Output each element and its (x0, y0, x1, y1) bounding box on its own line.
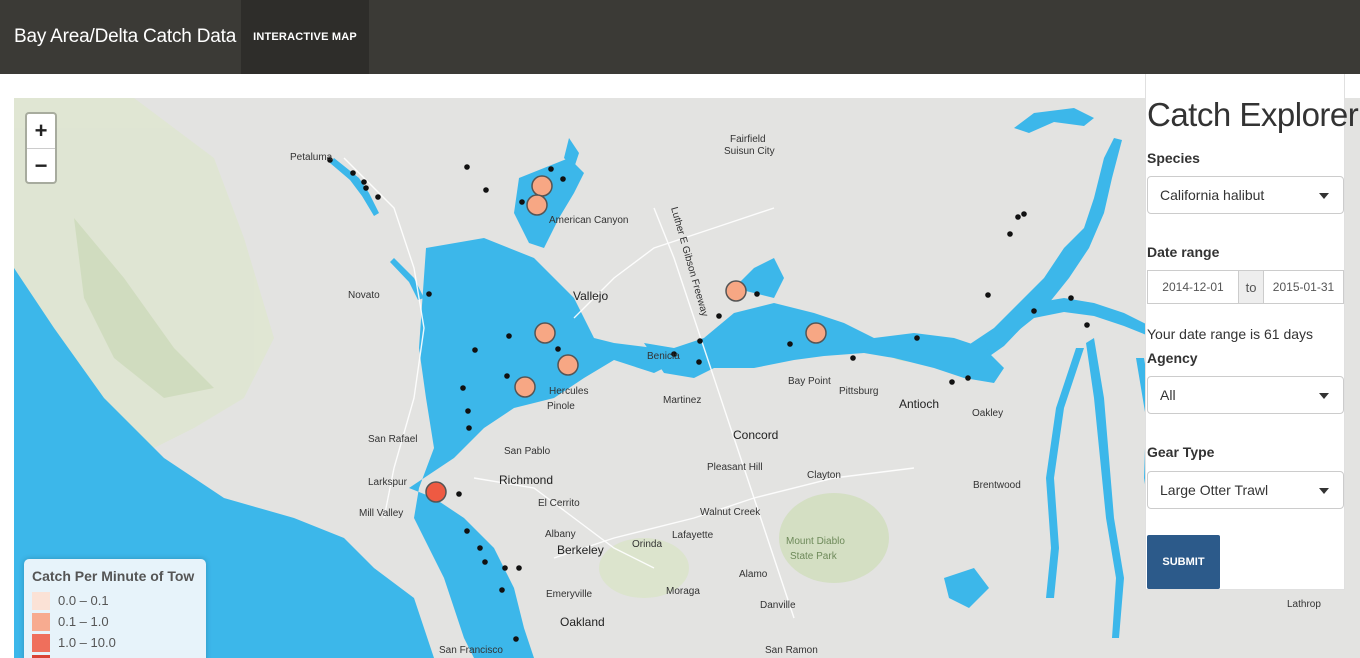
label-mount-diablo: Mount Diablo (786, 536, 845, 547)
date-to-label: to (1239, 270, 1263, 304)
label-brentwood: Brentwood (973, 480, 1021, 491)
legend-item: 1.0 – 10.0 (32, 632, 198, 653)
tab-interactive-map[interactable]: INTERACTIVE MAP (241, 0, 369, 74)
catch-explorer-panel: Catch Explorer Species California halibu… (1145, 74, 1359, 590)
gear-type-value: Large Otter Trawl (1160, 482, 1269, 498)
gear-type-label: Gear Type (1147, 444, 1215, 460)
gear-type-select[interactable]: Large Otter Trawl (1147, 471, 1344, 509)
label-fairfield: Fairfield (730, 134, 766, 145)
label-san-francisco: San Francisco (439, 645, 503, 656)
label-walnut-creek: Walnut Creek (700, 507, 761, 518)
label-san-pablo: San Pablo (504, 446, 551, 457)
label-san-rafael: San Rafael (368, 434, 417, 445)
label-suisun-city: Suisun City (724, 146, 775, 157)
label-berkeley: Berkeley (557, 543, 604, 557)
label-san-ramon: San Ramon (765, 645, 818, 656)
label-pinole: Pinole (547, 401, 575, 412)
date-start-input[interactable]: 2014-12-01 (1147, 270, 1239, 304)
label-oakley: Oakley (972, 408, 1003, 419)
label-el-cerrito: El Cerrito (538, 498, 580, 509)
agency-select[interactable]: All (1147, 376, 1344, 414)
label-richmond: Richmond (499, 473, 553, 487)
zoom-in-button[interactable]: + (27, 114, 55, 148)
label-concord: Concord (733, 428, 778, 442)
label-moraga: Moraga (666, 586, 700, 597)
label-pittsburg: Pittsburg (839, 386, 878, 397)
label-american-canyon: American Canyon (549, 215, 628, 226)
label-antioch: Antioch (899, 397, 939, 411)
legend-item (32, 653, 198, 658)
label-martinez: Martinez (663, 395, 701, 406)
legend-item: 0.1 – 1.0 (32, 611, 198, 632)
label-lafayette: Lafayette (672, 530, 714, 541)
label-benicia: Benicia (647, 351, 680, 362)
legend-label: 1.0 – 10.0 (58, 635, 116, 650)
chevron-down-icon (1319, 393, 1329, 399)
label-orinda: Orinda (632, 539, 662, 550)
label-petaluma: Petaluma (290, 152, 333, 163)
chevron-down-icon (1319, 488, 1329, 494)
label-larkspur: Larkspur (368, 477, 408, 488)
date-range-summary: Your date range is 61 days (1147, 326, 1314, 342)
label-alamo: Alamo (739, 569, 768, 580)
panel-title: Catch Explorer (1147, 96, 1359, 133)
legend-swatch (32, 654, 50, 658)
label-lathrop: Lathrop (1287, 599, 1321, 610)
agency-value: All (1160, 387, 1176, 403)
legend-label: 0.0 – 0.1 (58, 593, 109, 608)
legend-swatch (32, 591, 50, 610)
date-end-input[interactable]: 2015-01-31 (1263, 270, 1344, 304)
label-hercules: Hercules (549, 386, 588, 397)
label-pleasant-hill: Pleasant Hill (707, 462, 763, 473)
map-legend: Catch Per Minute of Tow 0.0 – 0.1 0.1 – … (24, 559, 206, 658)
legend-item: 0.0 – 0.1 (32, 590, 198, 611)
date-range-input: 2014-12-01 to 2015-01-31 (1147, 270, 1344, 304)
label-clayton: Clayton (807, 470, 841, 481)
agency-label: Agency (1147, 350, 1198, 366)
label-albany: Albany (545, 529, 576, 540)
legend-label: 0.1 – 1.0 (58, 614, 109, 629)
species-value: California halibut (1160, 187, 1265, 203)
label-novato: Novato (348, 290, 380, 301)
zoom-out-button[interactable]: − (27, 148, 55, 182)
navbar: Bay Area/Delta Catch Data INTERACTIVE MA… (0, 0, 1360, 74)
label-oakland: Oakland (560, 615, 605, 629)
label-vallejo: Vallejo (573, 289, 608, 303)
zoom-control: + − (25, 112, 57, 184)
label-emeryville: Emeryville (546, 589, 593, 600)
legend-title: Catch Per Minute of Tow (32, 568, 195, 584)
label-danville: Danville (760, 600, 796, 611)
legend-swatch (32, 633, 50, 652)
label-mill-valley: Mill Valley (359, 508, 403, 519)
chevron-down-icon (1319, 193, 1329, 199)
species-label: Species (1147, 150, 1200, 166)
app-brand[interactable]: Bay Area/Delta Catch Data (0, 26, 241, 48)
label-state-park: State Park (790, 551, 838, 562)
legend-swatch (32, 612, 50, 631)
date-range-label: Date range (1147, 244, 1220, 260)
label-bay-point: Bay Point (788, 376, 831, 387)
submit-button[interactable]: SUBMIT (1147, 535, 1220, 589)
species-select[interactable]: California halibut (1147, 176, 1344, 214)
